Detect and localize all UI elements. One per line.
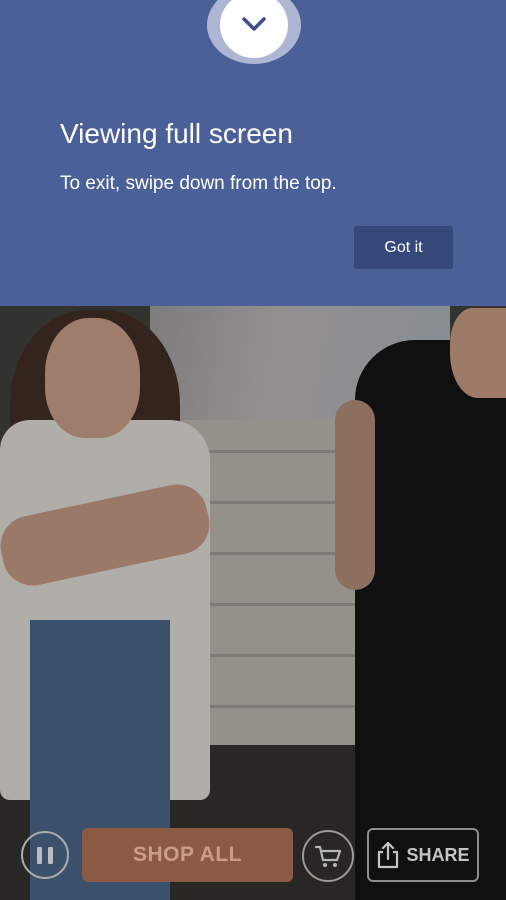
shop-all-button[interactable]: SHOP ALL — [82, 828, 293, 882]
cart-button[interactable] — [302, 830, 354, 882]
pause-button[interactable] — [21, 831, 69, 879]
banner-title: Viewing full screen — [60, 118, 293, 149]
cart-icon — [314, 845, 342, 867]
share-label: SHARE — [406, 844, 470, 865]
share-button[interactable]: SHARE — [367, 828, 479, 882]
pause-icon — [37, 846, 42, 864]
got-it-button[interactable]: Got it — [354, 226, 453, 269]
banner-message: To exit, swipe down from the top. — [60, 173, 337, 194]
fullscreen-banner: Viewing full screen To exit, swipe down … — [0, 0, 506, 306]
share-icon — [378, 841, 399, 869]
